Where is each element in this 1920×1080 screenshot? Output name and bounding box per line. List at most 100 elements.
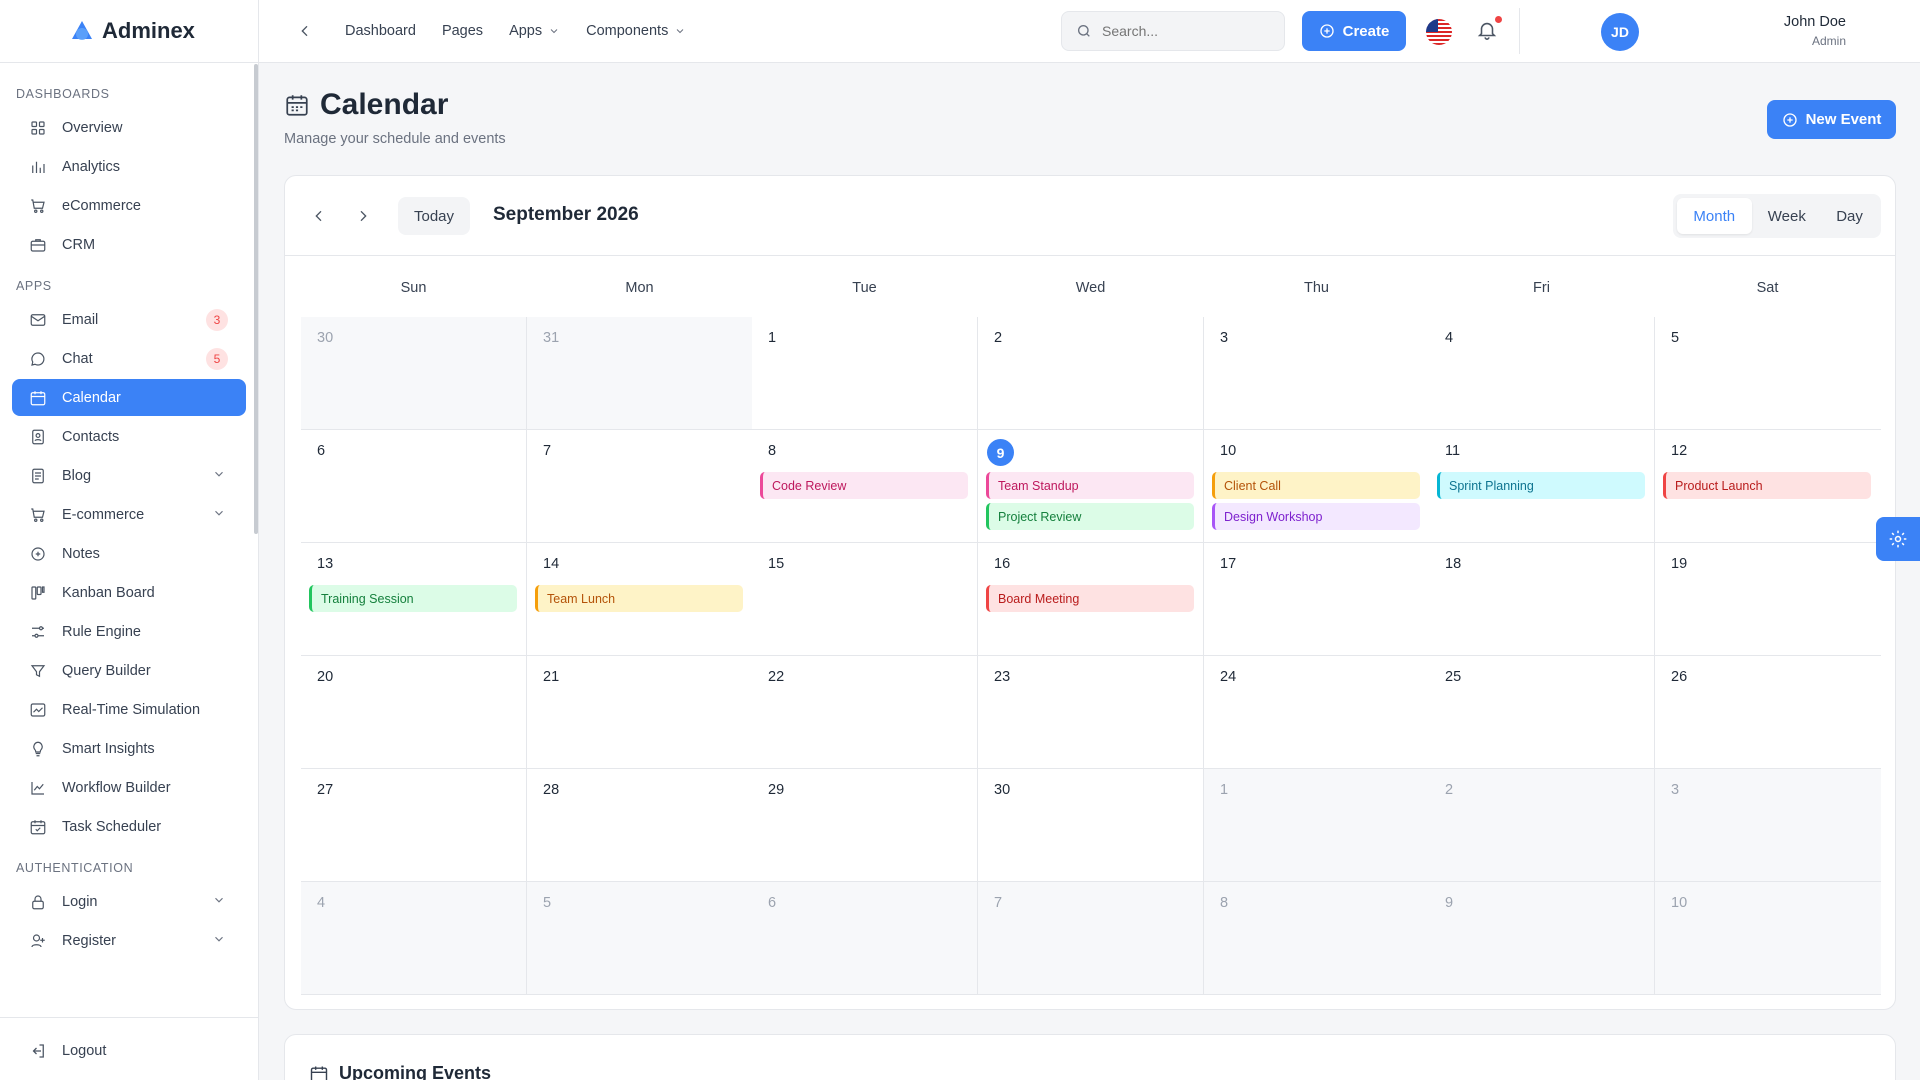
contacts-icon-wrap <box>28 427 48 447</box>
day-cell[interactable]: 28 <box>527 769 753 882</box>
prev-month-button[interactable] <box>303 200 335 232</box>
topnav-apps[interactable]: Apps <box>509 23 560 39</box>
sidebar-item-query-builder[interactable]: Query Builder <box>12 652 246 689</box>
event-chip[interactable]: Product Launch <box>1663 472 1871 499</box>
day-cell[interactable]: 5 <box>1655 317 1881 430</box>
day-cell[interactable]: 31 <box>527 317 753 430</box>
new-event-button[interactable]: New Event <box>1767 100 1896 139</box>
day-cell[interactable]: 4 <box>301 882 527 995</box>
sidebar-item-smart-insights[interactable]: Smart Insights <box>12 730 246 767</box>
sidebar-item-e-commerce[interactable]: E-commerce <box>12 496 246 533</box>
mail-icon-wrap <box>28 310 48 330</box>
day-cell[interactable]: 30 <box>301 317 527 430</box>
sidebar-scrollbar[interactable] <box>254 64 258 534</box>
day-cell[interactable]: 4 <box>1429 317 1655 430</box>
day-cell[interactable]: 10 <box>1655 882 1881 995</box>
day-cell[interactable]: 11 Sprint Planning <box>1429 430 1655 543</box>
sidebar-item-email[interactable]: Email 3 <box>12 301 246 338</box>
sidebar-item-login[interactable]: Login <box>12 883 246 920</box>
user-name[interactable]: John Doe <box>1784 14 1846 30</box>
sidebar-item-real-time-simulation[interactable]: Real-Time Simulation <box>12 691 246 728</box>
view-month-button[interactable]: Month <box>1677 198 1752 234</box>
sidebar-item-overview[interactable]: Overview <box>12 109 246 146</box>
day-cell[interactable]: 9 <box>1429 882 1655 995</box>
day-cell[interactable]: 12 Product Launch <box>1655 430 1881 543</box>
day-cell[interactable]: 27 <box>301 769 527 882</box>
day-cell[interactable]: 3 <box>1655 769 1881 882</box>
sidebar-item-blog[interactable]: Blog <box>12 457 246 494</box>
day-cell[interactable]: 10 Client Call Design Workshop <box>1204 430 1430 543</box>
day-cell[interactable]: 29 <box>752 769 978 882</box>
logout-button[interactable]: Logout <box>12 1032 246 1069</box>
next-month-button[interactable] <box>347 200 379 232</box>
event-chip[interactable]: Project Review <box>986 503 1194 530</box>
day-cell[interactable]: 30 <box>978 769 1204 882</box>
day-cell[interactable]: 7 <box>978 882 1204 995</box>
search-input[interactable] <box>1102 23 1272 39</box>
day-cell[interactable]: 8 <box>1204 882 1430 995</box>
settings-fab[interactable] <box>1876 517 1920 561</box>
day-cell[interactable]: 1 <box>752 317 978 430</box>
day-cell[interactable]: 15 <box>752 543 978 656</box>
today-button[interactable]: Today <box>398 197 470 235</box>
page-title: Calendar <box>284 88 448 122</box>
day-cell[interactable]: 1 <box>1204 769 1430 882</box>
date-number: 8 <box>768 443 777 459</box>
day-cell[interactable]: 17 <box>1204 543 1430 656</box>
day-cell[interactable]: 6 <box>301 430 527 543</box>
logout-label: Logout <box>62 1042 107 1059</box>
topnav-components[interactable]: Components <box>586 23 686 39</box>
day-cell[interactable]: 16 Board Meeting <box>978 543 1204 656</box>
sidebar-item-task-scheduler[interactable]: Task Scheduler <box>12 808 246 845</box>
day-cell[interactable]: 23 <box>978 656 1204 769</box>
day-cell[interactable]: 18 <box>1429 543 1655 656</box>
collapse-sidebar-button[interactable] <box>285 11 325 51</box>
day-cell[interactable]: 5 <box>527 882 753 995</box>
day-cell[interactable]: 3 <box>1204 317 1430 430</box>
day-cell[interactable]: 2 <box>1429 769 1655 882</box>
language-flag-button[interactable] <box>1426 19 1452 45</box>
event-chip[interactable]: Sprint Planning <box>1437 472 1645 499</box>
day-cell[interactable]: 8 Code Review <box>752 430 978 543</box>
event-chip[interactable]: Training Session <box>309 585 517 612</box>
day-cell[interactable]: 14 Team Lunch <box>527 543 753 656</box>
avatar[interactable]: JD <box>1601 13 1639 51</box>
sidebar-item-notes[interactable]: Notes <box>12 535 246 572</box>
sidebar-item-workflow-builder[interactable]: Workflow Builder <box>12 769 246 806</box>
sidebar-item-contacts[interactable]: Contacts <box>12 418 246 455</box>
day-cell[interactable]: 19 <box>1655 543 1881 656</box>
notifications-button[interactable] <box>1476 16 1502 43</box>
day-cell[interactable]: 22 <box>752 656 978 769</box>
topnav-pages[interactable]: Pages <box>442 23 483 39</box>
sidebar-item-rule-engine[interactable]: Rule Engine <box>12 613 246 650</box>
view-day-button[interactable]: Day <box>1822 198 1877 234</box>
search-box[interactable] <box>1061 11 1285 51</box>
event-chip[interactable]: Code Review <box>760 472 968 499</box>
day-cell[interactable]: 2 <box>978 317 1204 430</box>
day-cell[interactable]: 26 <box>1655 656 1881 769</box>
brand-logo[interactable]: Adminex <box>0 0 258 63</box>
event-chip[interactable]: Design Workshop <box>1212 503 1420 530</box>
day-cell[interactable]: 6 <box>752 882 978 995</box>
event-chip[interactable]: Team Lunch <box>535 585 743 612</box>
day-cell[interactable]: 20 <box>301 656 527 769</box>
sidebar-item-calendar[interactable]: Calendar <box>12 379 246 416</box>
create-button[interactable]: Create <box>1302 11 1406 51</box>
view-week-button[interactable]: Week <box>1752 198 1823 234</box>
day-cell[interactable]: 7 <box>527 430 753 543</box>
sidebar-item-analytics[interactable]: Analytics <box>12 148 246 185</box>
day-cell[interactable]: 25 <box>1429 656 1655 769</box>
event-chip[interactable]: Client Call <box>1212 472 1420 499</box>
event-chip[interactable]: Team Standup <box>986 472 1194 499</box>
sidebar-item-crm[interactable]: CRM <box>12 226 246 263</box>
sidebar-item-kanban-board[interactable]: Kanban Board <box>12 574 246 611</box>
day-cell[interactable]: 9 Team Standup Project Review <box>978 430 1204 543</box>
sidebar-item-ecommerce[interactable]: eCommerce <box>12 187 246 224</box>
event-chip[interactable]: Board Meeting <box>986 585 1194 612</box>
sidebar-item-register[interactable]: Register <box>12 922 246 959</box>
day-cell[interactable]: 13 Training Session <box>301 543 527 656</box>
sidebar-item-chat[interactable]: Chat 5 <box>12 340 246 377</box>
day-cell[interactable]: 24 <box>1204 656 1430 769</box>
day-cell[interactable]: 21 <box>527 656 753 769</box>
topnav-dashboard[interactable]: Dashboard <box>345 23 416 39</box>
